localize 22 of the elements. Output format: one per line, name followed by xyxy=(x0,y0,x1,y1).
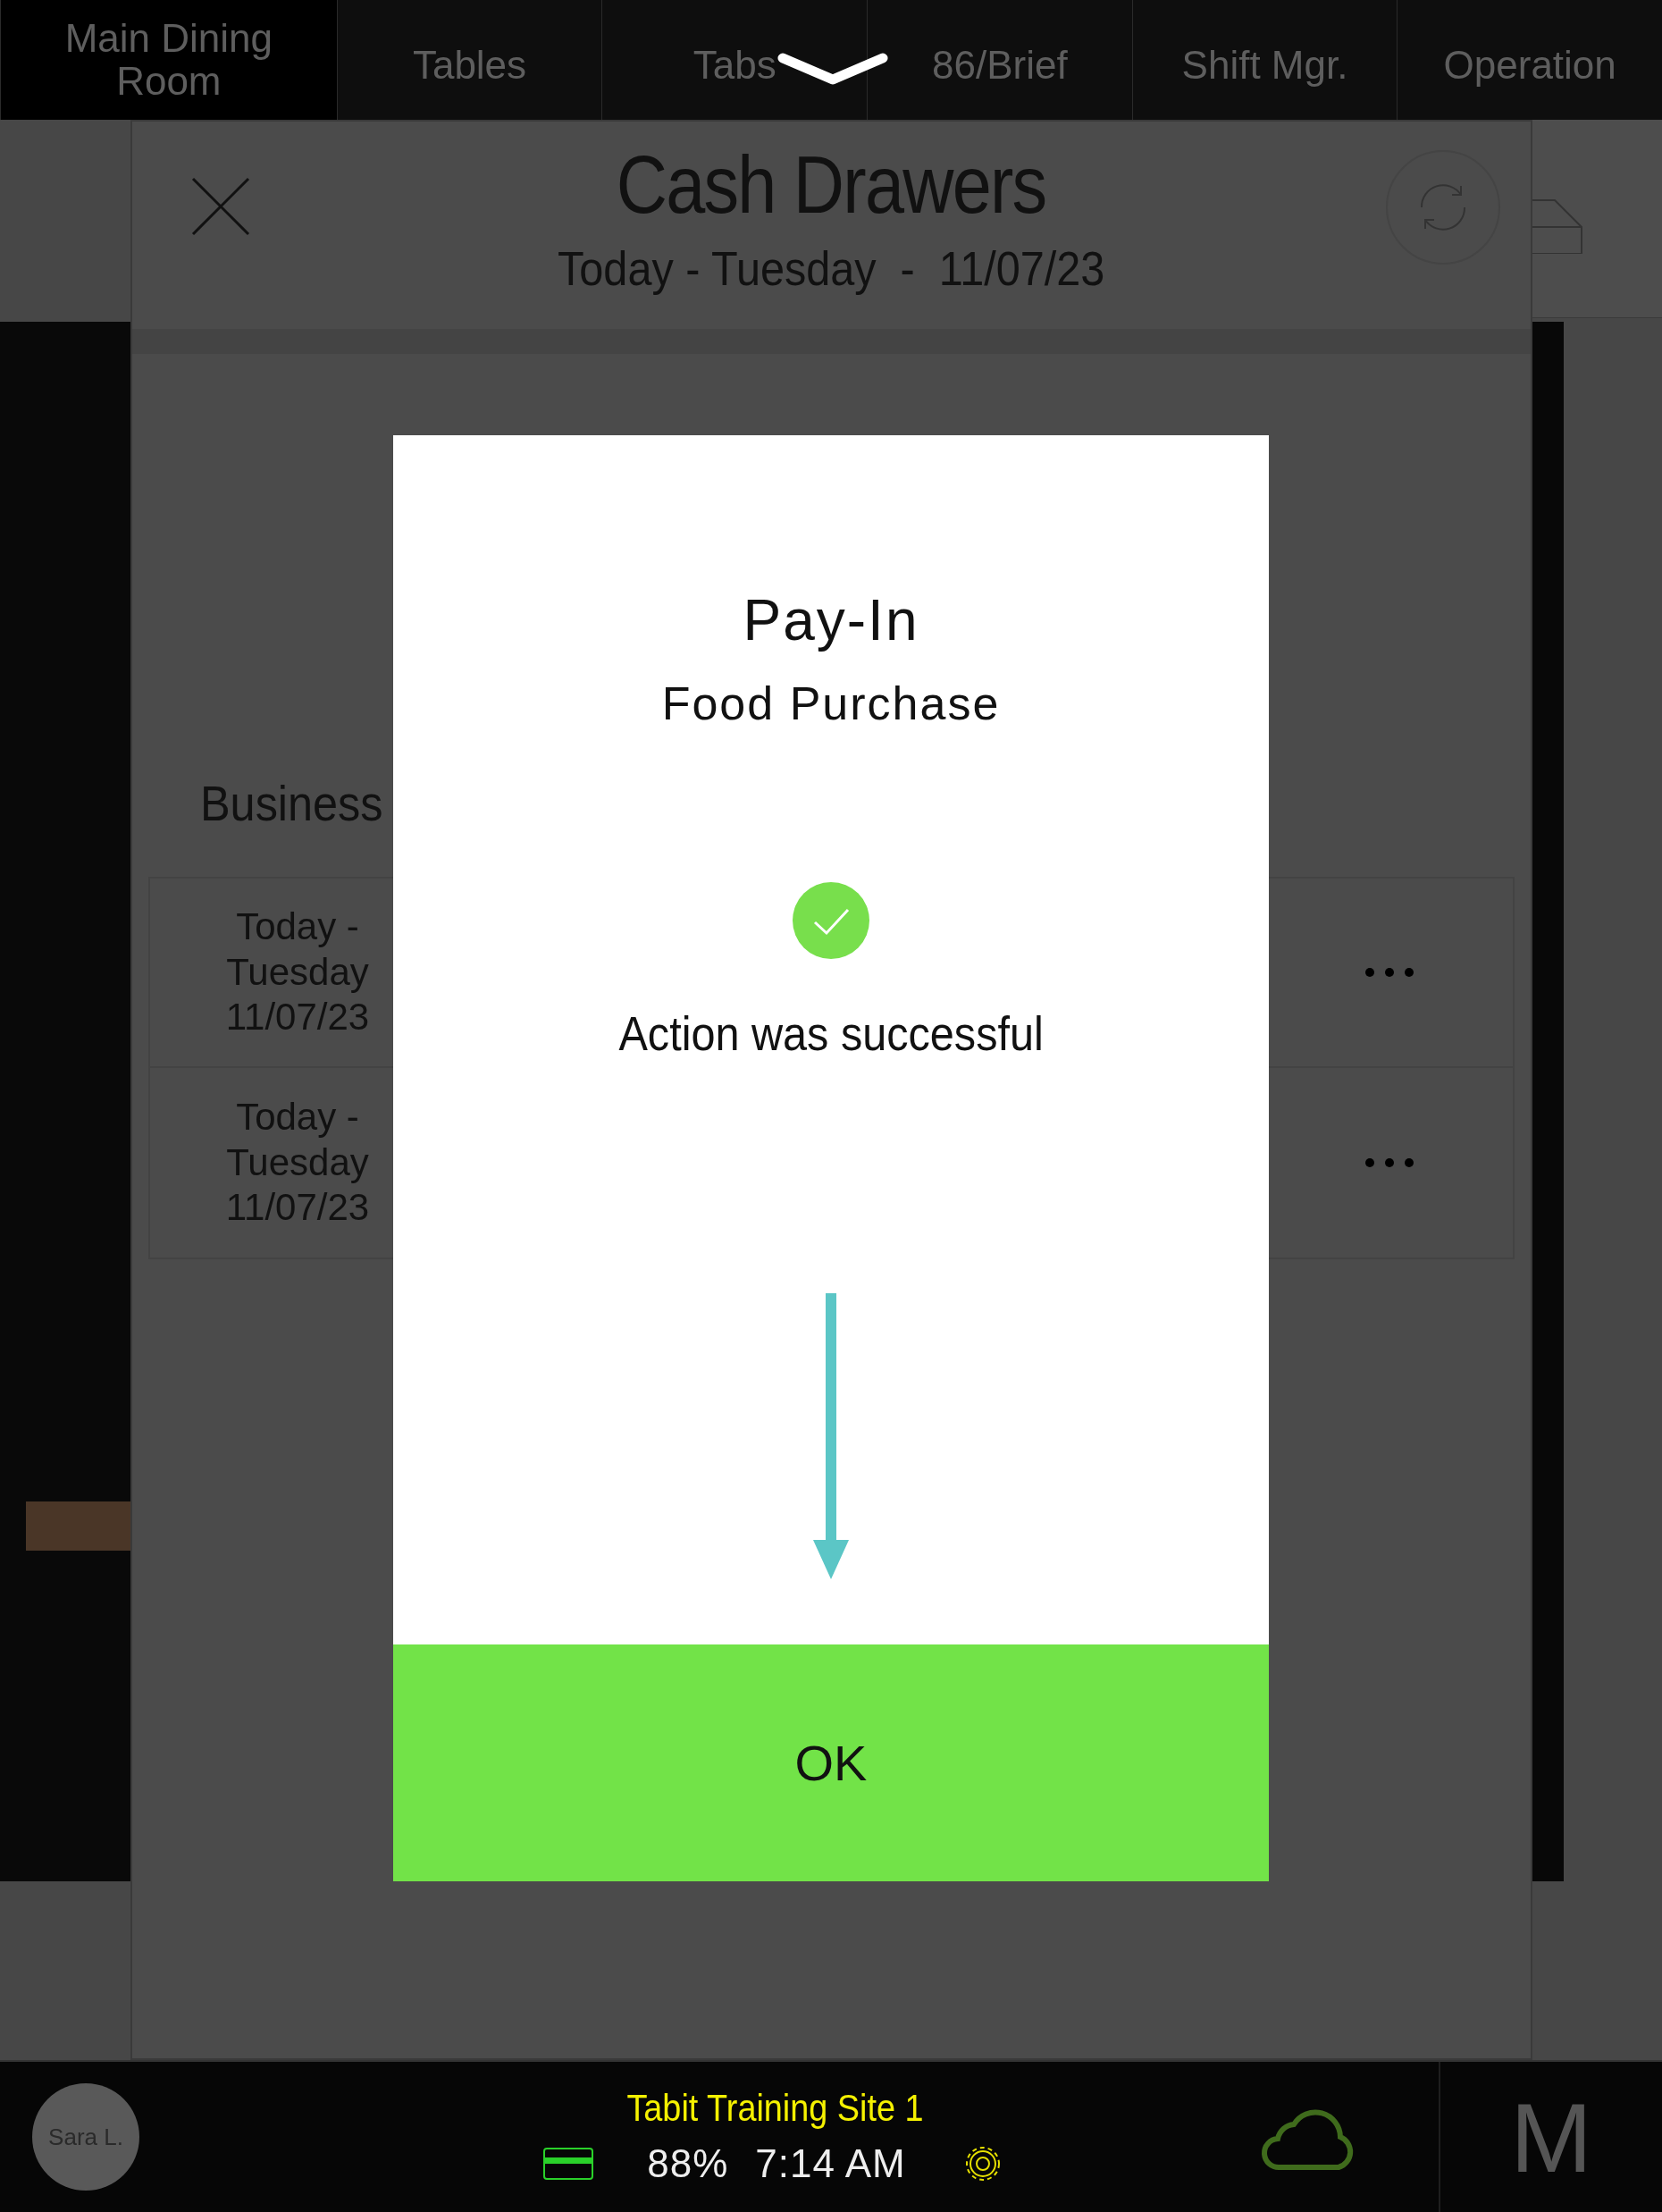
battery-level: 88% xyxy=(647,2141,729,2186)
section-heading: Business xyxy=(200,774,383,832)
credit-card-icon xyxy=(543,2148,594,2180)
success-check-icon xyxy=(793,882,869,959)
nav-tab[interactable]: Main Dining Room xyxy=(0,0,337,120)
more-icon[interactable] xyxy=(1364,1157,1414,1168)
more-icon[interactable] xyxy=(1364,967,1414,978)
date-cell-text: Today - Tuesday 11/07/23 xyxy=(224,904,371,1040)
logo: M xyxy=(1439,2062,1662,2212)
status-message: Action was successful xyxy=(618,1005,1044,1061)
date-cell-text: Today - Tuesday 11/07/23 xyxy=(224,1095,371,1231)
refresh-button[interactable] xyxy=(1386,150,1500,265)
panel-title: Cash Drawers xyxy=(617,139,1046,231)
arrow-down-icon xyxy=(811,1293,851,1579)
dialog-subtitle: Food Purchase xyxy=(661,677,1001,730)
panel-date: Today - Tuesday - 11/07/23 xyxy=(558,240,1105,296)
dialog-title: Pay-In xyxy=(743,587,919,653)
close-button[interactable] xyxy=(189,175,252,238)
close-icon xyxy=(189,175,252,238)
site-name: Tabit Training Site 1 xyxy=(626,2087,923,2130)
clock-time: 7:14 AM xyxy=(755,2141,906,2186)
ok-button[interactable]: OK xyxy=(393,1644,1269,1881)
